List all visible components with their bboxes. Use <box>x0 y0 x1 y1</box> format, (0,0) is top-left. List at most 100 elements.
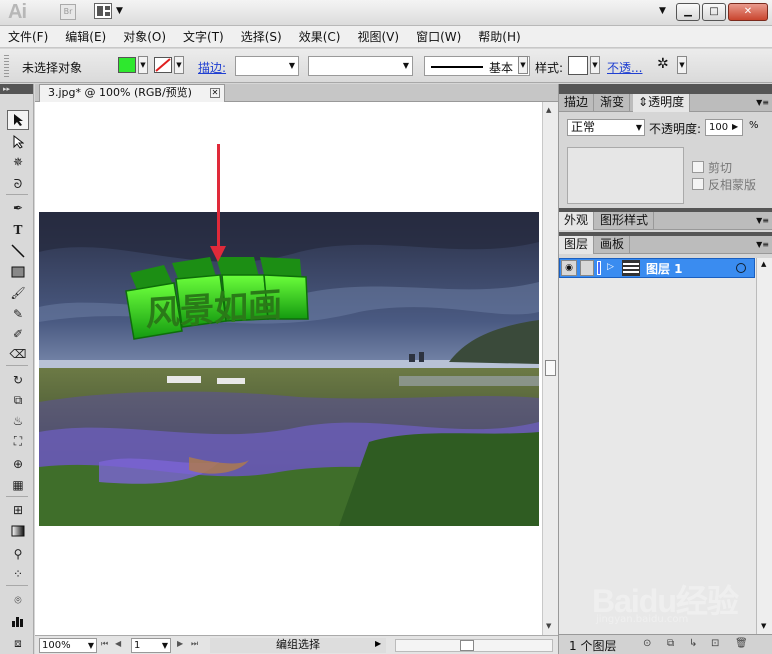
fill-dropdown[interactable]: ▼ <box>138 56 148 74</box>
vertical-scroll-thumb[interactable] <box>545 360 556 376</box>
stroke-dropdown[interactable]: ▼ <box>174 56 184 74</box>
workspace-switcher-icon[interactable] <box>94 3 112 19</box>
last-artboard-icon[interactable]: ⏭ <box>191 639 198 649</box>
locate-object-icon[interactable]: ⊙ <box>643 638 651 649</box>
close-button[interactable]: ✕ <box>728 3 768 21</box>
artboard-tool-icon[interactable]: ⧈ <box>7 633 29 653</box>
eyedropper-tool-icon[interactable]: ⚲ <box>7 544 29 564</box>
blend-tool-icon[interactable]: ⁘ <box>7 564 29 584</box>
clipping-mask-icon[interactable]: ⧉ <box>667 638 674 649</box>
fill-color-swatch[interactable] <box>118 57 136 73</box>
lasso-tool-icon[interactable]: ᘐ <box>7 174 29 194</box>
horizontal-scroll-thumb[interactable] <box>460 640 474 651</box>
trash-icon[interactable]: 🗑 <box>735 638 748 649</box>
next-artboard-icon[interactable]: ▶ <box>177 639 183 648</box>
selection-tool-icon[interactable] <box>7 110 29 130</box>
tab-stroke[interactable]: 描边 <box>559 94 595 112</box>
menu-object[interactable]: 对象(O) <box>123 28 166 45</box>
rectangle-tool-icon[interactable] <box>7 262 29 282</box>
menu-help[interactable]: 帮助(H) <box>478 28 520 45</box>
eraser-tool-icon[interactable]: ⌫ <box>7 344 29 364</box>
column-graph-tool-icon[interactable] <box>7 611 29 631</box>
target-circle-icon[interactable] <box>736 263 746 273</box>
clip-checkbox[interactable] <box>692 161 704 173</box>
layers-panel-menu-icon[interactable]: ▼≡ <box>756 240 769 249</box>
landscape-photo[interactable]: 风景如画 <box>39 212 539 526</box>
scroll-up-icon[interactable]: ▲ <box>546 106 551 114</box>
graphic-style-swatch[interactable] <box>568 56 588 75</box>
close-tab-icon[interactable]: ✕ <box>210 88 220 98</box>
appearance-panel-menu-icon[interactable]: ▼≡ <box>756 216 769 225</box>
pen-tool-icon[interactable]: ✒ <box>7 198 29 218</box>
graphic-style-dropdown[interactable]: ▼ <box>590 56 600 74</box>
brush-definition-combo[interactable]: 基本 <box>424 56 530 76</box>
artboard-number-field[interactable]: 1 ▼ <box>131 638 171 653</box>
brush-dropdown[interactable]: ▼ <box>518 56 528 74</box>
opacity-mask-thumbnail[interactable] <box>567 147 684 204</box>
new-sublayer-icon[interactable]: ↳ <box>689 638 697 649</box>
menu-edit[interactable]: 编辑(E) <box>65 28 106 45</box>
direct-selection-tool-icon[interactable] <box>7 132 29 152</box>
stroke-link[interactable]: 描边: <box>198 59 226 77</box>
prev-artboard-icon[interactable]: ◀ <box>115 639 121 648</box>
tools-panel-header[interactable]: ▸▸ <box>0 84 33 94</box>
panel-menu-icon[interactable]: ▼≡ <box>756 98 769 107</box>
scroll-up-icon[interactable]: ▲ <box>761 260 766 268</box>
eye-icon[interactable]: ◉ <box>561 260 577 276</box>
horizontal-scrollbar[interactable] <box>395 639 553 652</box>
stroke-weight-combo[interactable]: ▼ <box>235 56 299 76</box>
pencil-tool-icon[interactable]: ✎ <box>7 304 29 324</box>
tab-transparency[interactable]: ⇕透明度 <box>633 94 691 112</box>
new-layer-icon[interactable]: ⊡ <box>711 638 719 649</box>
menu-effect[interactable]: 效果(C) <box>299 28 341 45</box>
control-panel-menu[interactable]: ▼ <box>677 56 687 74</box>
panel-dock-header[interactable] <box>559 84 772 94</box>
status-mode-label[interactable]: 编组选择 <box>210 638 386 653</box>
expand-triangle-icon[interactable]: ▷ <box>607 262 614 272</box>
magic-wand-tool-icon[interactable]: ✵ <box>7 152 29 172</box>
type-tool-icon[interactable]: T <box>7 220 29 240</box>
free-transform-tool-icon[interactable]: ⛶ <box>7 431 29 451</box>
blob-brush-tool-icon[interactable]: ✐ <box>7 324 29 344</box>
maximize-button[interactable]: □ <box>702 3 726 21</box>
variable-width-combo[interactable]: ▼ <box>308 56 413 76</box>
gradient-tool-icon[interactable] <box>7 521 29 541</box>
opacity-slider-icon[interactable]: ▶ <box>732 122 738 131</box>
menu-view[interactable]: 视图(V) <box>357 28 399 45</box>
status-menu-icon[interactable]: ▶ <box>375 639 381 648</box>
layer-row[interactable]: ◉ ▷ 图层 1 <box>559 258 755 278</box>
workspace-dropdown-icon[interactable]: ▼ <box>116 6 123 16</box>
menu-file[interactable]: 文件(F) <box>8 28 48 45</box>
symbol-sprayer-tool-icon[interactable]: ⌾ <box>7 590 29 610</box>
workspace-menu-icon[interactable]: ▼ <box>659 6 666 16</box>
scroll-down-icon[interactable]: ▼ <box>546 622 551 630</box>
paintbrush-tool-icon[interactable]: 🖌 <box>7 283 29 303</box>
isolate-wand-icon[interactable]: ✲ <box>657 56 669 74</box>
menu-window[interactable]: 窗口(W) <box>416 28 461 45</box>
shape-builder-tool-icon[interactable]: ⊕ <box>7 454 29 474</box>
menu-type[interactable]: 文字(T) <box>183 28 224 45</box>
stroke-color-swatch[interactable] <box>154 57 172 73</box>
tab-layers[interactable]: 图层 <box>559 236 595 254</box>
control-bar-grip[interactable] <box>4 55 9 77</box>
menu-select[interactable]: 选择(S) <box>241 28 282 45</box>
tab-artboards[interactable]: 画板 <box>595 236 631 254</box>
vertical-scrollbar[interactable]: ▲ ▼ <box>542 102 558 635</box>
document-tab[interactable]: 3.jpg* @ 100% (RGB/预览) ✕ <box>39 84 225 102</box>
opacity-link[interactable]: 不透... <box>607 59 642 77</box>
artboard-dropdown-icon[interactable]: ▼ <box>162 639 168 652</box>
zoom-dropdown-icon[interactable]: ▼ <box>88 639 94 652</box>
line-tool-icon[interactable] <box>7 241 29 261</box>
layer-name[interactable]: 图层 1 <box>646 260 683 277</box>
perspective-grid-tool-icon[interactable]: ▦ <box>7 475 29 495</box>
rotate-tool-icon[interactable]: ↻ <box>7 370 29 390</box>
bridge-button[interactable]: Br <box>60 4 76 20</box>
zoom-level-field[interactable]: 100% ▼ <box>39 638 97 653</box>
warp-tool-icon[interactable]: ♨ <box>7 411 29 431</box>
scale-tool-icon[interactable]: ⧉ <box>7 390 29 410</box>
minimize-button[interactable]: ▁ <box>676 3 700 21</box>
first-artboard-icon[interactable]: ⏮ <box>101 639 108 649</box>
tab-graphic-styles[interactable]: 图形样式 <box>595 212 655 230</box>
blend-mode-dropdown[interactable]: 正常 ▼ <box>567 119 645 136</box>
invert-mask-checkbox[interactable] <box>692 178 704 190</box>
